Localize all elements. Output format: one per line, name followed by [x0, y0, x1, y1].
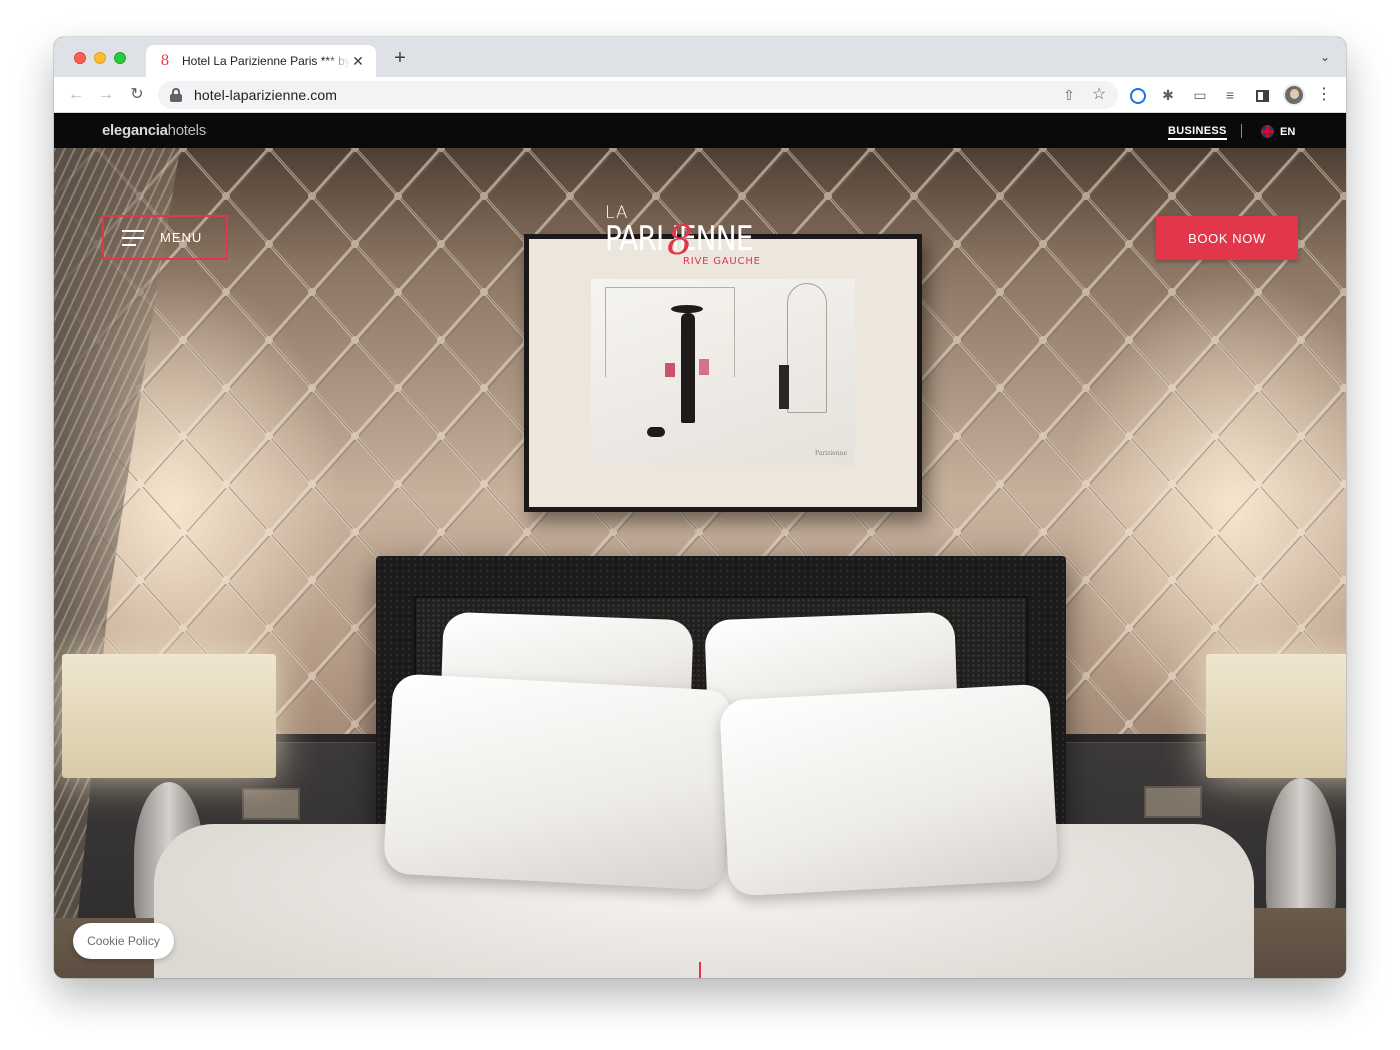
- minimize-window-button[interactable]: [94, 52, 106, 64]
- forward-icon[interactable]: →: [96, 85, 116, 105]
- extension-icon[interactable]: [1128, 85, 1148, 105]
- framed-artwork: Parizienne: [524, 234, 922, 512]
- favicon-icon: 8: [160, 53, 170, 69]
- top-bar: eleganciahotels BUSINESS EN: [54, 114, 1346, 148]
- close-window-button[interactable]: [74, 52, 86, 64]
- book-now-button[interactable]: BOOK NOW: [1156, 216, 1298, 260]
- topbar-divider: [1241, 124, 1242, 138]
- wall-socket: [242, 788, 300, 820]
- artwork-illustration: Parizienne: [591, 279, 855, 465]
- side-panel-icon[interactable]: [1252, 85, 1272, 105]
- lamp-shade: [62, 654, 276, 778]
- brand-light: hotels: [167, 122, 207, 139]
- wall-socket: [1144, 786, 1202, 818]
- browser-toolbar: ← → ↻ hotel-laparizienne.com ⇧ ☆ ✱ ▭ ≡ ⋮: [54, 77, 1346, 113]
- address-bar[interactable]: hotel-laparizienne.com: [158, 81, 1118, 109]
- elegancia-logo[interactable]: eleganciahotels: [102, 122, 206, 139]
- close-tab-icon[interactable]: ✕: [350, 53, 366, 69]
- pillow: [719, 683, 1059, 897]
- browser-tab-active[interactable]: 8 Hotel La Parizienne Paris *** by Elega…: [146, 45, 376, 77]
- puzzle-icon[interactable]: ✱: [1158, 85, 1178, 105]
- share-icon[interactable]: ⇧: [1060, 85, 1078, 105]
- new-tab-button[interactable]: +: [390, 48, 410, 68]
- cast-icon[interactable]: ▭: [1190, 85, 1210, 105]
- business-link[interactable]: BUSINESS: [1168, 125, 1227, 140]
- lamp-shade: [1206, 654, 1346, 778]
- maximize-window-button[interactable]: [114, 52, 126, 64]
- lamp-base: [1266, 778, 1336, 928]
- profile-avatar[interactable]: [1283, 84, 1305, 106]
- language-selector[interactable]: EN: [1261, 125, 1295, 138]
- logo-subtitle: RIVE GAUCHE: [683, 256, 761, 267]
- media-control-icon[interactable]: ≡: [1220, 85, 1240, 105]
- back-icon[interactable]: ←: [66, 85, 86, 105]
- bookmark-star-icon[interactable]: ☆: [1090, 85, 1108, 105]
- lock-icon[interactable]: [170, 88, 182, 102]
- scroll-indicator[interactable]: [699, 962, 701, 978]
- browser-window: 8 Hotel La Parizienne Paris *** by Elega…: [54, 37, 1346, 978]
- language-label: EN: [1280, 125, 1296, 138]
- pillow: [382, 673, 734, 891]
- tab-search-icon[interactable]: ⌄: [1318, 50, 1332, 64]
- cookie-policy-button[interactable]: Cookie Policy: [73, 923, 174, 959]
- tab-title: Hotel La Parizienne Paris *** by Eleganc…: [182, 54, 350, 68]
- artwork-signature: Parizienne: [814, 450, 847, 457]
- web-page: eleganciahotels BUSINESS EN Parizienne M…: [54, 114, 1346, 978]
- hamburger-icon: [122, 229, 144, 246]
- tab-strip: 8 Hotel La Parizienne Paris *** by Elega…: [54, 37, 1346, 77]
- hero-image: Parizienne MENU LA PARI IENNE 8 RIVE GAU…: [54, 148, 1346, 978]
- url-text[interactable]: hotel-laparizienne.com: [194, 87, 337, 103]
- brand-bold: elegancia: [102, 122, 168, 139]
- menu-button[interactable]: MENU: [102, 215, 228, 260]
- more-menu-icon[interactable]: ⋮: [1316, 85, 1332, 105]
- reload-icon[interactable]: ↻: [127, 85, 147, 105]
- la-parizienne-logo[interactable]: LA PARI IENNE 8 RIVE GAUCHE: [605, 204, 780, 274]
- uk-flag-icon: [1261, 125, 1274, 138]
- menu-label: MENU: [160, 230, 203, 245]
